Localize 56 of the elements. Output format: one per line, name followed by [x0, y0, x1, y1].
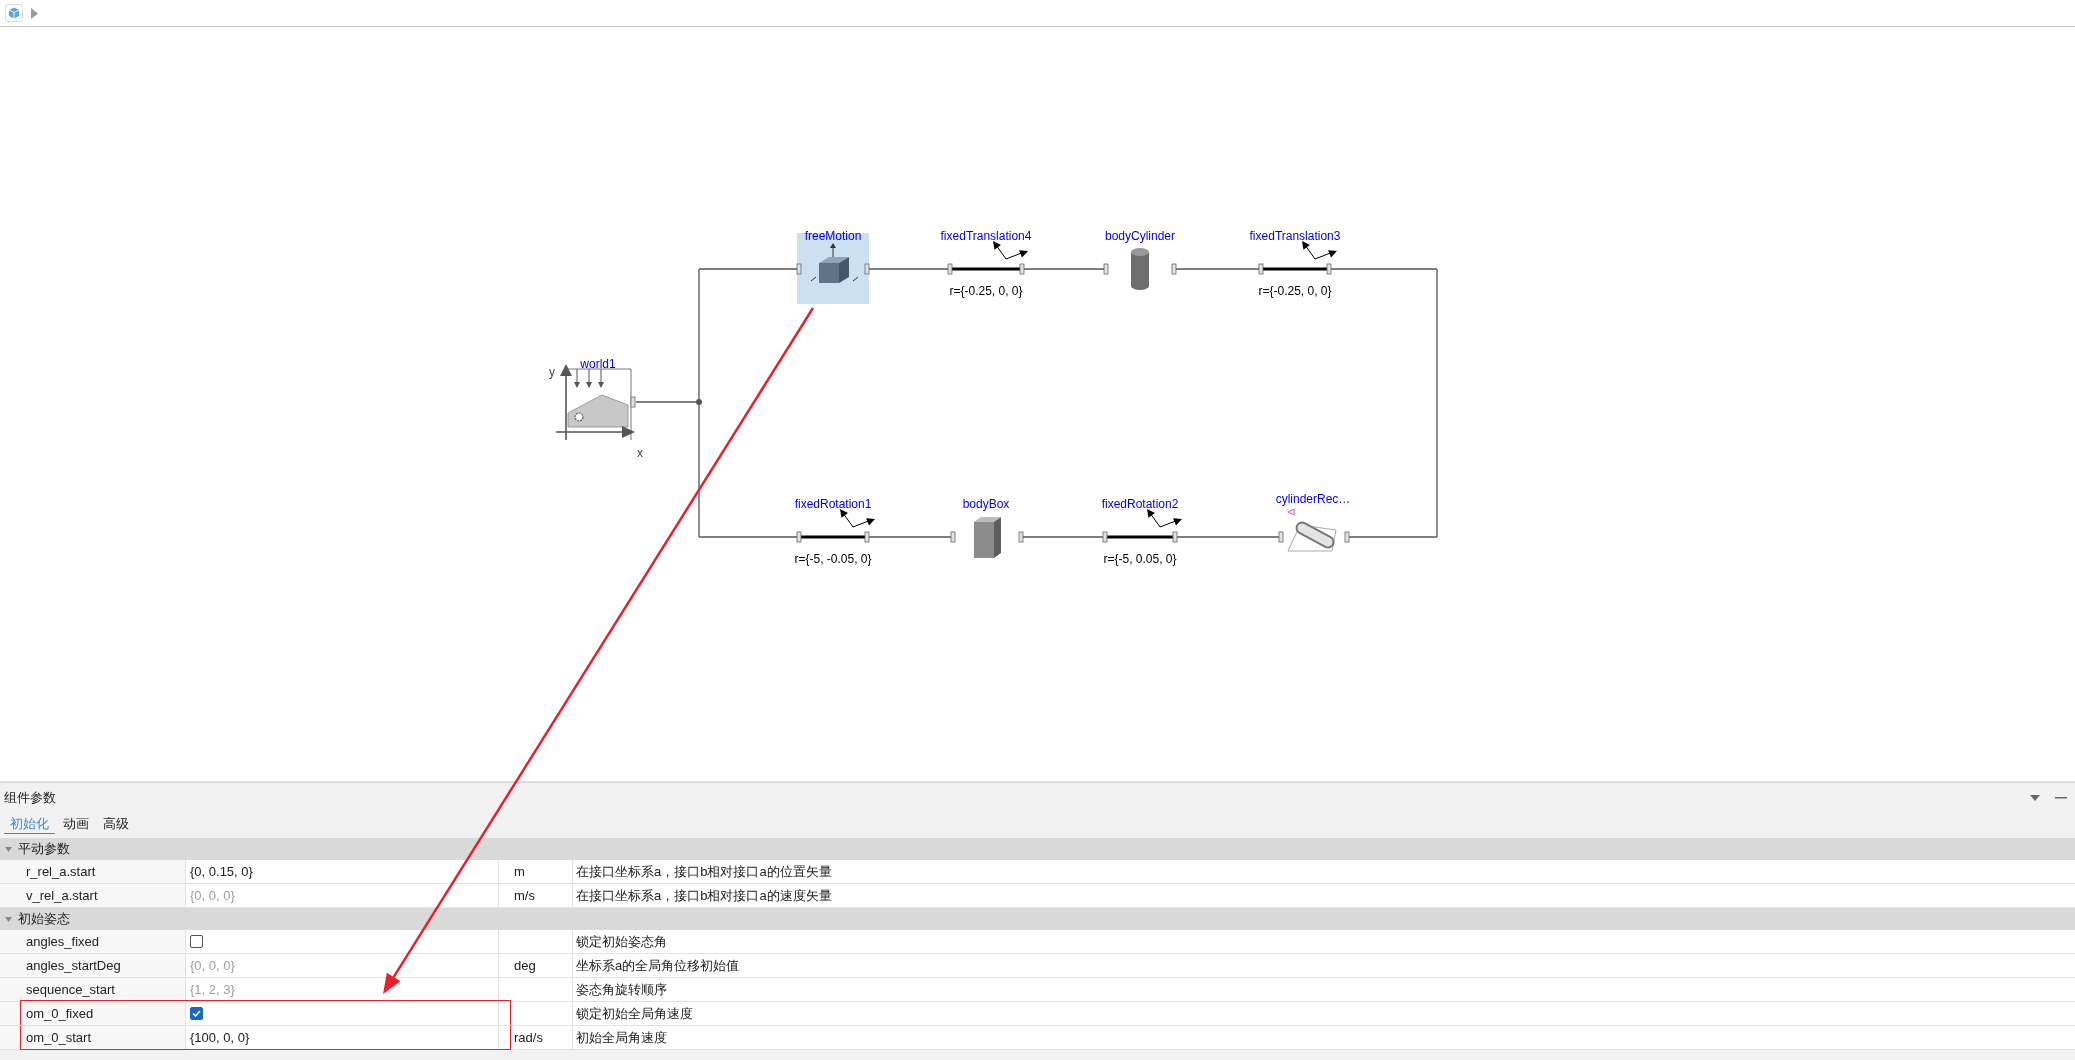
joint-drawing[interactable] — [796, 243, 870, 283]
parameter-label: r={-0.25, 0, 0} — [949, 284, 1023, 298]
group-label: 初始姿态 — [18, 910, 70, 929]
tab[interactable]: 动画 — [57, 813, 95, 835]
unit-label: m/s — [514, 886, 535, 905]
parameter-name: om_0_fixed — [26, 1004, 94, 1023]
axis-label: x — [637, 446, 643, 460]
parameter-label: r={-0.25, 0, 0} — [1258, 284, 1332, 298]
group-header[interactable]: 初始姿态 — [0, 908, 2075, 930]
description-text: 初始全局角速度 — [576, 1028, 667, 1047]
parameter-name: sequence_start — [26, 980, 115, 999]
component-label: fixedTranslation4 — [940, 229, 1032, 243]
rotation-drawing[interactable] — [1102, 509, 1182, 543]
component-label: fixedRotation2 — [1101, 497, 1179, 511]
parameter-name: v_rel_a.start — [26, 886, 98, 905]
breadcrumb-arrow-icon[interactable] — [31, 7, 39, 19]
component-label: fixedTranslation3 — [1249, 229, 1341, 243]
value-field[interactable]: {0, 0.15, 0} — [190, 861, 253, 882]
axis-label: y — [549, 365, 555, 379]
parameter-name: om_0_start — [26, 1028, 92, 1047]
parameter-name: r_rel_a.start — [26, 862, 96, 881]
parameter-label: r={-5, -0.05, 0} — [794, 552, 872, 566]
component-label: freeMotion — [804, 229, 862, 243]
unit-label: m — [514, 862, 525, 881]
parameter-name: angles_startDeg — [26, 956, 121, 975]
unit-label: rad/s — [514, 1028, 543, 1047]
component-label: bodyCylinder — [1105, 229, 1175, 243]
group-header[interactable]: 平动参数 — [0, 838, 2075, 860]
checkbox[interactable] — [190, 935, 203, 948]
description-text: 坐标系a的全局角位移初始值 — [576, 956, 740, 975]
cylinder-drawing[interactable] — [1103, 248, 1177, 290]
cylinder-joint-drawing[interactable] — [1278, 508, 1350, 552]
translation-drawing[interactable] — [1258, 241, 1337, 275]
rotation-drawing[interactable] — [796, 509, 875, 543]
parameter-name: angles_fixed — [26, 932, 99, 951]
model-icon[interactable] — [5, 4, 23, 22]
translation-drawing[interactable] — [947, 241, 1028, 275]
description-text: 在接口坐标系a，接口b相对接口a的位置矢量 — [576, 862, 832, 881]
dropdown-icon[interactable] — [2029, 793, 2041, 803]
component-label: world1 — [580, 357, 616, 371]
group-label: 平动参数 — [18, 840, 70, 859]
unit-label: deg — [514, 956, 536, 975]
component-label: cylinderRec… — [1275, 492, 1351, 506]
parameter-label: r={-5, 0.05, 0} — [1103, 552, 1177, 566]
description-text: 锁定初始全局角速度 — [576, 1004, 693, 1023]
box-drawing[interactable] — [950, 517, 1024, 558]
component-label: fixedRotation1 — [794, 497, 872, 511]
tab[interactable]: 高级 — [97, 813, 135, 835]
tab[interactable]: 初始化 — [4, 813, 55, 835]
component-label: bodyBox — [962, 497, 1010, 511]
panel-title: 组件参数 — [4, 789, 56, 808]
checkbox[interactable] — [190, 1007, 203, 1020]
description-text: 姿态角旋转顺序 — [576, 980, 667, 999]
value-field[interactable]: {100, 0, 0} — [190, 1027, 250, 1048]
description-text: 在接口坐标系a，接口b相对接口a的速度矢量 — [576, 886, 832, 905]
description-text: 锁定初始姿态角 — [576, 932, 667, 951]
